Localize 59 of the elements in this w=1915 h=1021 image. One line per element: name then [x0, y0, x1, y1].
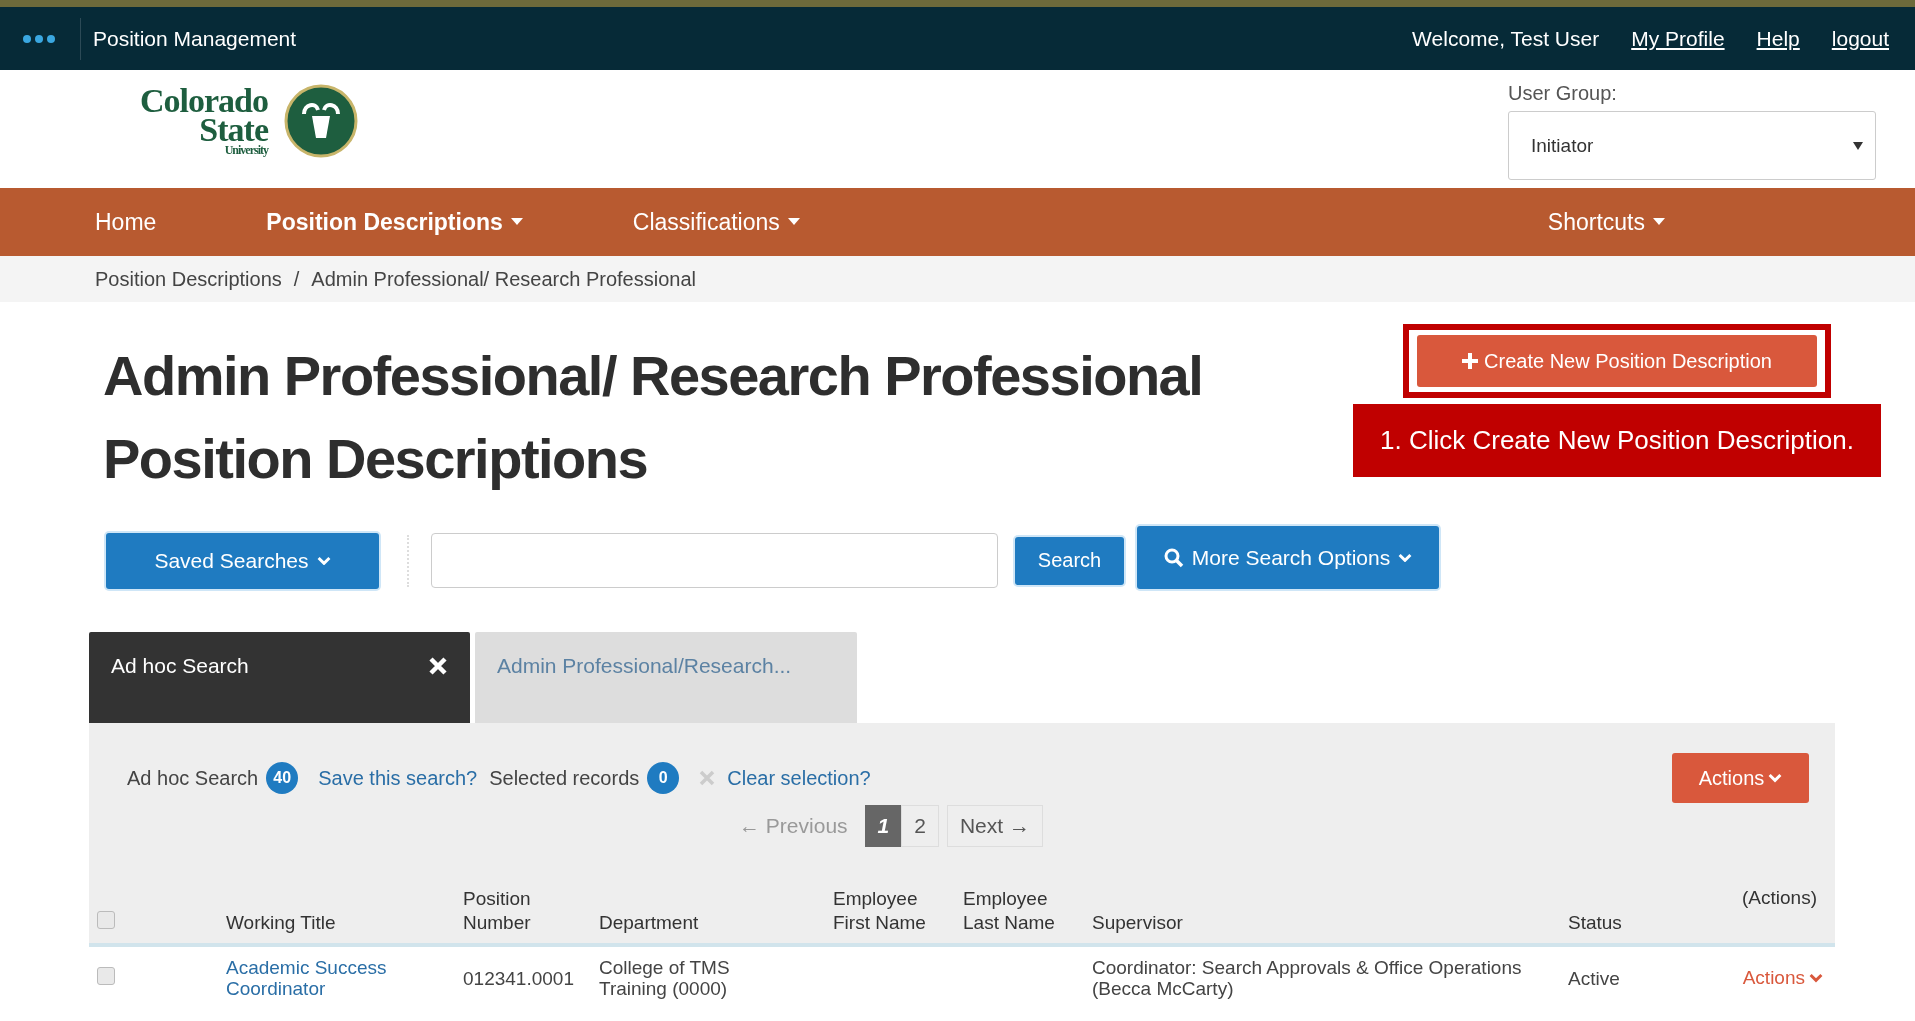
- save-search-link[interactable]: Save this search?: [318, 766, 478, 790]
- search-name: Ad hoc Search: [127, 766, 259, 790]
- plus-icon: [1462, 353, 1479, 369]
- university-logo-text: Colorado State University: [140, 87, 268, 155]
- nav-item[interactable]: Position Descriptions: [266, 208, 523, 236]
- nav-item[interactable]: Classifications: [632, 208, 800, 236]
- breadcrumb-item: Admin Professional/ Research Professional: [311, 267, 696, 291]
- title-link[interactable]: Academic Success Coordinator: [226, 957, 423, 999]
- selected-records-label: Selected records: [489, 766, 640, 790]
- welcome-text: Welcome, Test User: [1412, 26, 1600, 51]
- table-cell: 012341.0001: [463, 967, 574, 989]
- page-title: Admin Professional/ Research Professional Position Descriptions: [103, 343, 1203, 492]
- column-header: Status: [1568, 911, 1622, 935]
- app-name: Position Management: [93, 26, 297, 51]
- saved-searches-button[interactable]: Saved Searches: [106, 532, 379, 589]
- row-checkbox[interactable]: [97, 967, 115, 985]
- count-badge: 0: [647, 762, 680, 794]
- more-search-options-button[interactable]: More Search Options: [1137, 526, 1439, 589]
- search-tab[interactable]: Ad hoc Search: [89, 632, 470, 723]
- column-header: Department: [599, 911, 699, 935]
- caret-icon: [1853, 141, 1863, 150]
- column-header: Position Number: [463, 887, 532, 935]
- instruction-callout: 1. Click Create New Position Description.: [1353, 404, 1881, 477]
- search-icon: [1163, 547, 1184, 568]
- column-header: Employee First Name: [833, 887, 927, 935]
- top-link[interactable]: My Profile: [1631, 26, 1725, 51]
- page-button[interactable]: 1: [864, 805, 903, 847]
- breadcrumb-separator: /: [293, 267, 300, 291]
- search-button[interactable]: Search: [1015, 536, 1124, 585]
- search-field[interactable]: [431, 533, 998, 588]
- chevron-down-icon: [1768, 773, 1783, 783]
- chevron-down-icon: [316, 555, 331, 566]
- column-header: (Actions): [1742, 887, 1817, 909]
- user-group-select[interactable]: Initiator: [1508, 111, 1876, 180]
- create-button[interactable]: Create New Position Description: [1417, 335, 1817, 387]
- next-link[interactable]: Next →: [946, 805, 1043, 847]
- nav-item[interactable]: Shortcuts: [1547, 208, 1665, 236]
- chevron-down-icon: [1398, 552, 1413, 563]
- top-link[interactable]: logout: [1831, 26, 1889, 51]
- row-actions-link[interactable]: Actions: [1742, 967, 1823, 989]
- menu-dots-icon[interactable]: [22, 33, 56, 44]
- previous-link[interactable]: ← Previous: [739, 814, 848, 838]
- select-all-checkbox[interactable]: [97, 911, 115, 929]
- nav-item[interactable]: Home: [95, 208, 157, 236]
- column-header: Employee Last Name: [963, 887, 1056, 935]
- table-cell-text: Coordinator: Search Approvals & Office Operations (Becca McCarty): [1092, 957, 1523, 999]
- table-cell-text: College of TMS Training (0000): [599, 957, 731, 999]
- search-tab[interactable]: Admin Professional/Research...: [475, 632, 857, 723]
- column-header: Working Title: [226, 911, 336, 935]
- breadcrumb-item[interactable]: Position Descriptions: [95, 267, 282, 291]
- table-cell: Active: [1568, 967, 1620, 989]
- user-group-label: User Group:: [1508, 82, 1618, 105]
- page-button[interactable]: 2: [901, 805, 939, 847]
- top-link[interactable]: Help: [1756, 26, 1800, 51]
- actions-button[interactable]: Actions: [1672, 753, 1809, 803]
- clear-selection-link[interactable]: Clear selection?: [727, 766, 871, 790]
- count-badge: 40: [266, 762, 299, 794]
- column-header: Supervisor: [1092, 911, 1183, 935]
- chevron-down-icon: [1809, 973, 1823, 983]
